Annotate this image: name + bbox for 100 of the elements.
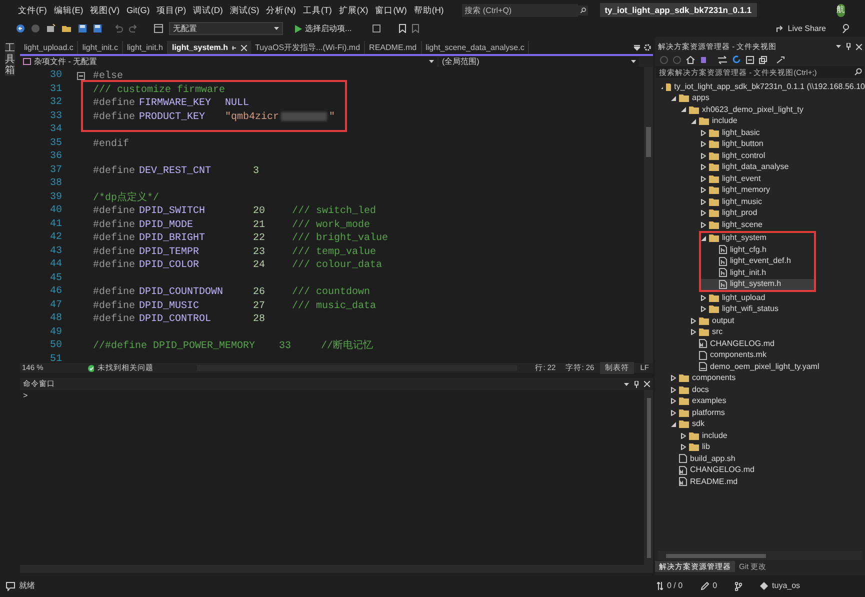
redo-icon[interactable] (129, 24, 138, 33)
search-icon[interactable] (578, 4, 588, 16)
expanded-icon[interactable] (671, 422, 676, 427)
start-button[interactable]: 选择启动项... (295, 22, 352, 34)
tree-item[interactable]: light_system (701, 232, 814, 244)
sync-arrows-icon[interactable] (657, 582, 663, 590)
tree-item[interactable]: src (655, 326, 865, 338)
tree-item[interactable]: light_button (655, 138, 865, 150)
tree-item[interactable]: light_music (655, 196, 865, 208)
tree-item[interactable]: light_prod (655, 208, 865, 219)
editor-tab[interactable]: TuyaOS开发指导...(Wi-Fi).md (251, 41, 366, 54)
notification-icon[interactable] (6, 582, 15, 590)
branch-name[interactable]: tuya_os (772, 580, 800, 592)
horizontal-scrollbar[interactable] (658, 551, 862, 560)
caret-icon[interactable] (836, 45, 841, 48)
tree-item[interactable]: lib (655, 442, 865, 453)
tree-item[interactable]: light_wifi_status (655, 304, 865, 315)
expanded-icon[interactable] (701, 236, 706, 241)
sync-icon[interactable] (718, 56, 727, 64)
tree-item[interactable]: apps (655, 92, 865, 104)
search-field[interactable]: 搜索 (Ctrl+Q) (462, 4, 578, 16)
refresh-icon[interactable] (732, 55, 741, 64)
collapse-icon[interactable] (77, 72, 85, 80)
tree-item[interactable]: light_init.h (701, 267, 814, 278)
scope-dropdown[interactable]: (全局范围) (439, 56, 639, 66)
collapse-icon[interactable] (746, 56, 754, 64)
menu-item[interactable]: 调试(D) (193, 4, 223, 16)
tree-item[interactable]: light_data_analyse (655, 162, 865, 173)
tree-item[interactable]: include (655, 116, 865, 127)
tab-list-icon[interactable] (634, 45, 640, 51)
expanded-icon[interactable] (671, 96, 676, 101)
expanded-icon[interactable] (681, 107, 686, 112)
tree-item[interactable]: docs (655, 384, 865, 396)
tree-item[interactable]: platforms (655, 407, 865, 418)
editor-tab[interactable]: light_init.c (78, 41, 123, 54)
pin-icon[interactable] (634, 380, 639, 388)
tree-item[interactable]: CHANGELOG.md (655, 464, 865, 476)
menu-item[interactable]: 分析(N) (266, 4, 296, 16)
tree-item[interactable]: light_basic (655, 127, 865, 138)
tree-item[interactable]: light_control (655, 150, 865, 162)
menu-item[interactable]: 扩展(X) (338, 4, 368, 16)
editor-tab[interactable]: light_scene_data_analyse.c (422, 41, 530, 54)
search-icon[interactable] (852, 66, 864, 78)
expanded-icon[interactable] (691, 118, 696, 124)
tree-item[interactable]: README.md (655, 476, 865, 488)
tree-item[interactable]: CHANGELOG.md (655, 338, 865, 350)
tree-item[interactable]: demo_oem_pixel_light_ty.yaml (655, 361, 865, 372)
menu-item[interactable]: 工具(T) (303, 4, 332, 16)
window-icon[interactable] (154, 24, 163, 33)
vertical-scrollbar[interactable] (644, 67, 653, 363)
menu-item[interactable]: Git(G) (126, 4, 150, 16)
edit-count[interactable]: 0 (712, 580, 718, 592)
menu-item[interactable]: 视图(V) (90, 4, 120, 16)
new-item-icon[interactable] (46, 24, 56, 33)
editor-tab[interactable]: light_system.h (168, 41, 251, 54)
pin-icon[interactable] (232, 44, 237, 50)
editor-tab[interactable]: README.md (365, 41, 422, 54)
settings-icon[interactable] (644, 44, 651, 51)
tree-item[interactable]: light_system.h (701, 278, 814, 290)
undo-icon[interactable] (114, 24, 123, 33)
tree-item[interactable]: light_scene (655, 219, 865, 230)
close-icon[interactable] (644, 381, 650, 387)
tree-item[interactable]: examples (655, 396, 865, 407)
sync-count[interactable]: 0 / 0 (667, 580, 683, 592)
menu-item[interactable]: 测试(S) (230, 4, 260, 16)
tree-item[interactable]: light_event (655, 173, 865, 184)
configuration-dropdown[interactable]: 无配置 (169, 22, 283, 35)
menu-item[interactable]: 项目(P) (156, 4, 186, 16)
editor-tab[interactable]: light_upload.c (20, 41, 78, 54)
tree-item[interactable]: light_event_def.h (701, 256, 814, 267)
tree-item[interactable]: light_cfg.h (701, 244, 814, 256)
open-folder-icon[interactable] (62, 24, 72, 33)
tree-item[interactable]: xh0623_demo_pixel_light_ty (655, 104, 865, 116)
tree-item[interactable]: output (655, 315, 865, 326)
pencil-icon[interactable] (700, 582, 709, 590)
vertical-scrollbar[interactable] (644, 390, 653, 565)
toolbar-icon[interactable] (372, 24, 381, 33)
menu-item[interactable]: 文件(F) (18, 4, 47, 16)
toolbox-tab[interactable]: 工具箱 (5, 43, 15, 76)
user-avatar[interactable]: 航 (836, 4, 845, 16)
tree-item[interactable]: components.mk (655, 350, 865, 361)
pin-icon[interactable] (846, 43, 851, 50)
copy-icon[interactable] (759, 56, 767, 64)
branch-icon[interactable] (735, 582, 742, 590)
save-all-icon[interactable] (93, 24, 102, 33)
tree-item[interactable]: components (655, 372, 865, 384)
menu-item[interactable]: 窗口(W) (375, 4, 407, 16)
navigate-back-icon[interactable] (16, 24, 25, 33)
save-icon[interactable] (78, 24, 87, 33)
close-icon[interactable] (856, 44, 862, 50)
tree-item[interactable]: build_app.sh (655, 453, 865, 464)
tree-item[interactable]: include (655, 430, 865, 442)
tree-item[interactable]: sdk (655, 418, 865, 430)
tree-item[interactable]: light_memory (655, 184, 865, 196)
close-icon[interactable] (241, 44, 247, 50)
menu-item[interactable]: 帮助(H) (414, 4, 444, 16)
home-icon[interactable] (686, 56, 695, 64)
menu-item[interactable]: 编辑(E) (54, 4, 84, 16)
live-share-button[interactable]: Live Share (776, 22, 826, 34)
tree-item[interactable]: light_upload (655, 292, 865, 304)
